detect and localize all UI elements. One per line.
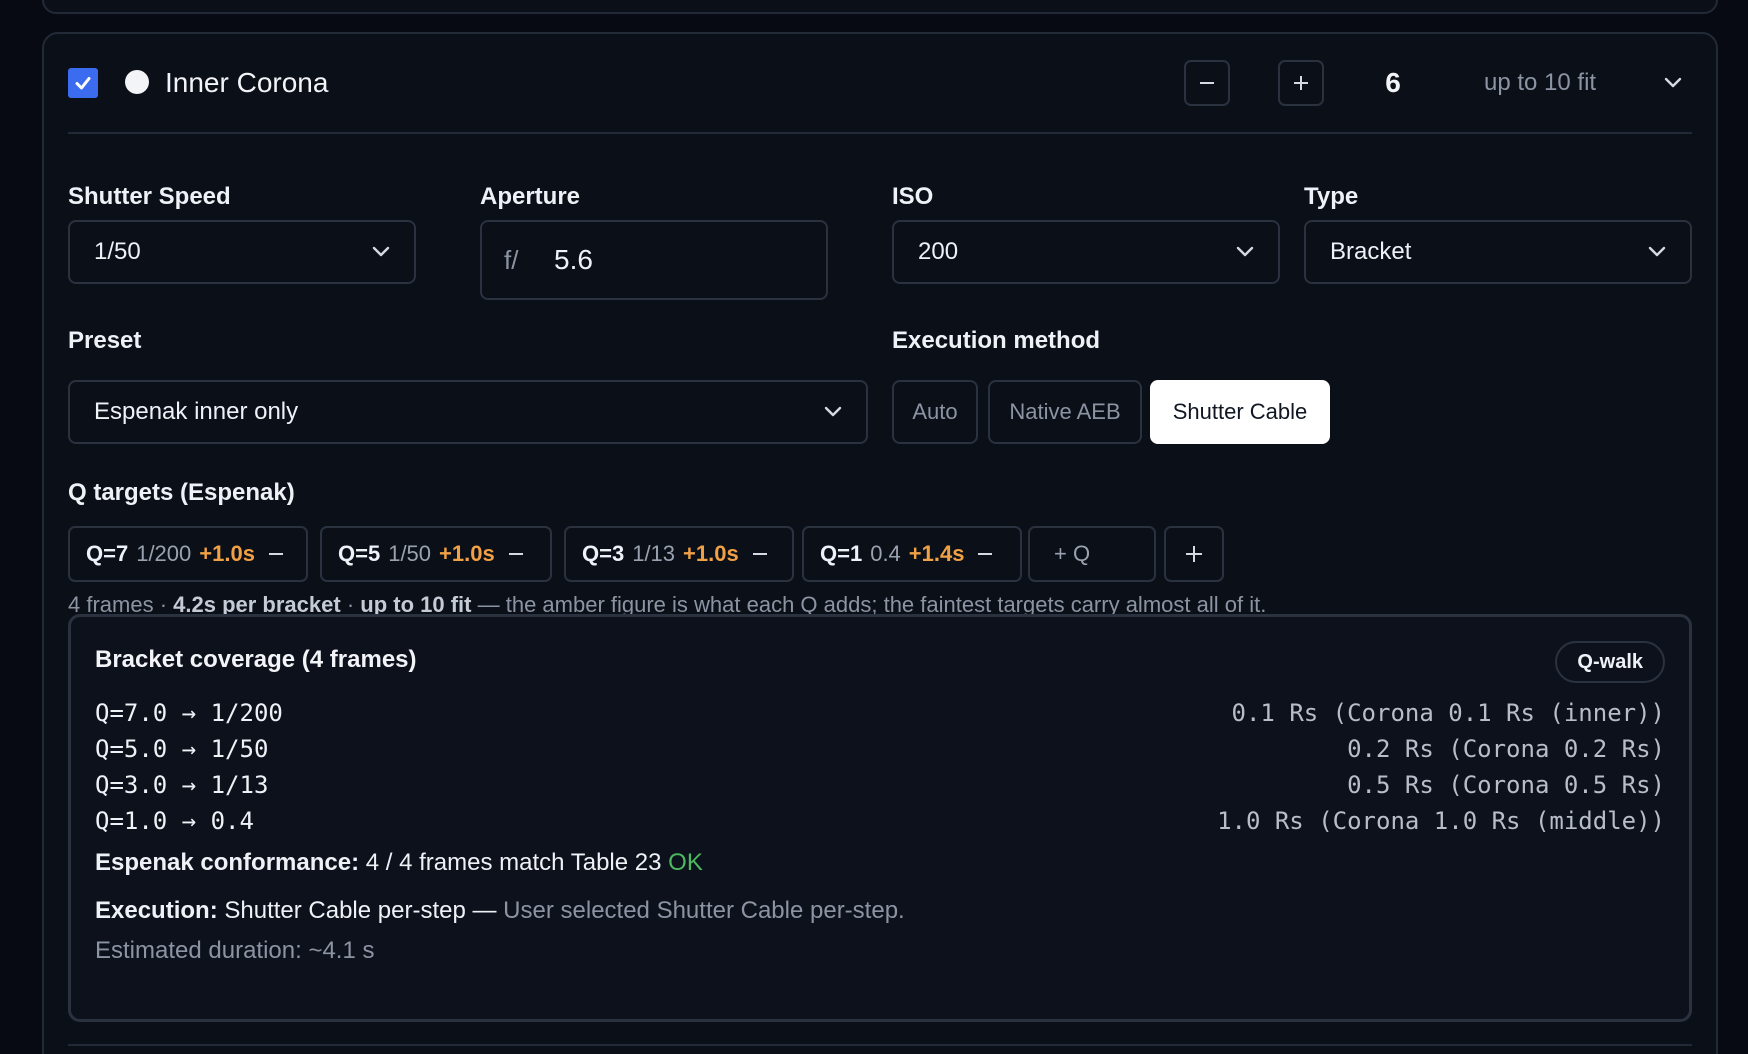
bracket-coverage-panel: Bracket coverage (4 frames) Q-walk Q=7.0… [68, 614, 1692, 1022]
q-target-chip[interactable]: Q=3 1/13 +1.0s [564, 526, 794, 582]
q-walk-badge[interactable]: Q-walk [1555, 641, 1665, 683]
previous-card-edge [42, 0, 1718, 14]
enabled-checkbox[interactable] [68, 68, 98, 98]
q-added-time: +1.4s [908, 541, 965, 566]
coverage-row-left: Q=7.0 → 1/200 [95, 699, 283, 727]
execution-method-label: Execution method [892, 327, 1101, 354]
execution-label: Execution: [95, 897, 218, 924]
add-q-button[interactable] [1164, 526, 1224, 582]
conformance-status: OK [668, 849, 703, 876]
plus-icon [1186, 546, 1202, 562]
frame-count-value: 6 [1385, 67, 1401, 98]
coverage-row-left: Q=1.0 → 0.4 [95, 807, 254, 835]
execution-option-native-aeb[interactable]: Native AEB [988, 380, 1142, 444]
q-added-time: +1.0s [439, 541, 495, 566]
execution-line: Execution: Shutter Cable per-step — User… [95, 895, 905, 927]
iso-value: 200 [918, 238, 959, 265]
preset-value: Espenak inner only [94, 398, 299, 425]
remove-minus-icon[interactable] [976, 545, 994, 563]
add-q-input[interactable]: + Q [1028, 526, 1156, 582]
q-shutter: 1/200 [136, 541, 192, 566]
phase-radio-icon[interactable] [125, 70, 149, 94]
plus-icon [1294, 76, 1308, 90]
coverage-left-column: Q=7.0 → 1/200 Q=5.0 → 1/50 Q=3.0 → 1/13 … [95, 695, 283, 839]
coverage-row-right: 1.0 Rs (Corona 1.0 Rs (middle)) [1217, 807, 1665, 835]
conformance-line: Espenak conformance: 4 / 4 frames match … [95, 847, 703, 879]
q-target-chip[interactable]: Q=1 0.4 +1.4s [802, 526, 1022, 582]
checkmark-icon [75, 77, 91, 90]
shutter-speed-value: 1/50 [94, 238, 141, 265]
iso-select[interactable]: 200 [892, 220, 1280, 284]
q-value: Q=1 [820, 541, 863, 566]
preset-select[interactable]: Espenak inner only [68, 380, 868, 444]
coverage-row-left: Q=5.0 → 1/50 [95, 735, 269, 763]
q-value: Q=7 [86, 541, 129, 566]
q-shutter: 0.4 [870, 541, 901, 566]
q-shutter: 1/50 [388, 541, 432, 566]
execution-option-shutter-cable[interactable]: Shutter Cable [1150, 380, 1330, 444]
estimated-duration: Estimated duration: ~4.1 s [95, 937, 375, 964]
type-value: Bracket [1330, 238, 1412, 265]
header-divider [68, 132, 1692, 134]
card-title: Inner Corona [165, 67, 329, 98]
exposure-group-card: Inner Corona 6 up to 10 fit Shutter Spee… [42, 32, 1718, 1054]
q-added-time: +1.0s [683, 541, 739, 566]
type-label: Type [1304, 183, 1359, 210]
q-value: Q=5 [338, 541, 381, 566]
execution-text: Shutter Cable per-step — [224, 897, 497, 924]
chevron-down-icon [372, 246, 390, 257]
execution-option-auto[interactable]: Auto [892, 380, 978, 444]
card-header: Inner Corona 6 up to 10 fit [44, 34, 1716, 132]
q-value: Q=3 [582, 541, 625, 566]
coverage-row-right: 0.2 Rs (Corona 0.2 Rs) [1347, 735, 1665, 763]
coverage-row-left: Q=3.0 → 1/13 [95, 771, 269, 799]
coverage-title: Bracket coverage (4 frames) [95, 646, 417, 673]
collapse-chevron-icon[interactable] [1660, 70, 1686, 96]
execution-note: User selected Shutter Cable per-step. [503, 897, 905, 924]
aperture-value: 5.6 [554, 244, 593, 275]
q-targets-label: Q targets (Espenak) [68, 479, 295, 506]
shutter-speed-label: Shutter Speed [68, 183, 231, 210]
conformance-text: 4 / 4 frames match Table 23 [365, 849, 662, 876]
preset-label: Preset [68, 327, 142, 354]
q-added-time: +1.0s [199, 541, 255, 566]
aperture-input[interactable]: f/ 5.6 [480, 220, 828, 300]
minus-icon [1200, 82, 1214, 84]
iso-label: ISO [892, 183, 934, 210]
chevron-down-icon [1648, 246, 1666, 257]
q-shutter: 1/13 [632, 541, 676, 566]
coverage-right-column: 0.1 Rs (Corona 0.1 Rs (inner)) 0.2 Rs (C… [1217, 695, 1665, 839]
remove-minus-icon[interactable] [507, 545, 525, 563]
coverage-row-right: 0.5 Rs (Corona 0.5 Rs) [1347, 771, 1665, 799]
remove-minus-icon[interactable] [751, 545, 769, 563]
chevron-down-icon [824, 406, 842, 417]
decrement-button[interactable] [1184, 60, 1230, 106]
increment-button[interactable] [1278, 60, 1324, 106]
chevron-down-icon [1236, 246, 1254, 257]
shutter-speed-select[interactable]: 1/50 [68, 220, 416, 284]
remove-minus-icon[interactable] [267, 545, 285, 563]
coverage-row-right: 0.1 Rs (Corona 0.1 Rs (inner)) [1231, 699, 1665, 727]
type-select[interactable]: Bracket [1304, 220, 1692, 284]
conformance-label: Espenak conformance: [95, 849, 360, 876]
aperture-label: Aperture [480, 183, 581, 210]
footer-divider [68, 1044, 1692, 1046]
q-target-chip[interactable]: Q=7 1/200 +1.0s [68, 526, 308, 582]
fit-label: up to 10 fit [1484, 69, 1597, 96]
q-target-chip[interactable]: Q=5 1/50 +1.0s [320, 526, 552, 582]
aperture-prefix: f/ [504, 245, 519, 275]
